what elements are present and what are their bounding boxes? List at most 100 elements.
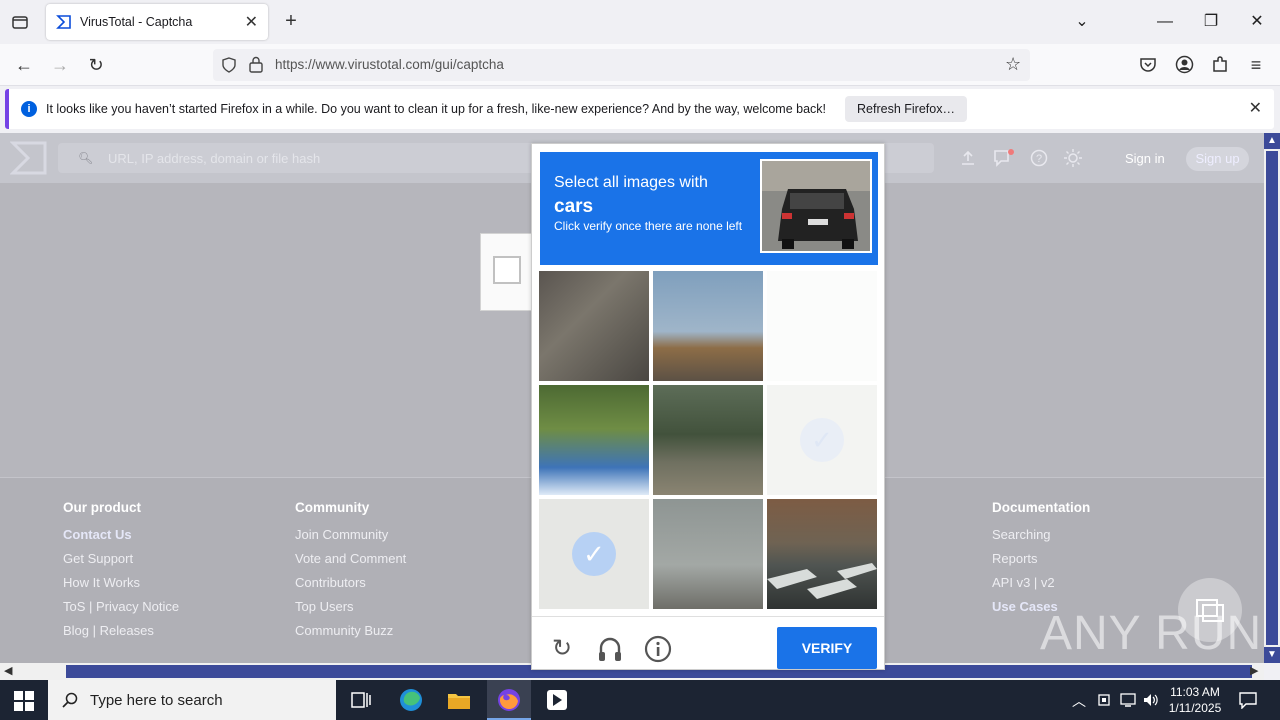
footer-link[interactable]: Top Users — [295, 599, 406, 616]
footer-link[interactable]: How It Works — [63, 575, 179, 592]
close-window-button[interactable]: ✕ — [1243, 8, 1271, 36]
search-icon: 🔍︎ — [78, 151, 94, 165]
device-icon[interactable] — [1096, 692, 1112, 708]
forward-button[interactable]: → — [46, 52, 74, 78]
address-bar[interactable]: https://www.virustotal.com/gui/captcha ☆ — [213, 49, 1030, 81]
reload-challenge-icon[interactable]: ↻ — [548, 635, 576, 663]
system-clock[interactable]: 11:03 AM 1/11/2025 — [1162, 684, 1228, 716]
footer-link[interactable]: Reports — [992, 551, 1090, 568]
anyrun-watermark: ANY RUN — [1040, 607, 1263, 660]
shield-icon[interactable] — [221, 57, 237, 73]
windows-start-icon[interactable] — [14, 691, 34, 711]
verify-button[interactable]: VERIFY — [777, 627, 877, 669]
image-tile-8[interactable] — [653, 499, 763, 609]
footer-link[interactable]: Contact Us — [63, 527, 179, 544]
scroll-up-arrow-icon[interactable]: ▲ — [1264, 133, 1280, 149]
clock-date: 1/11/2025 — [1168, 701, 1222, 715]
notification-center-icon[interactable] — [1238, 691, 1258, 709]
image-tile-1[interactable] — [539, 271, 649, 381]
url-text[interactable]: https://www.virustotal.com/gui/captcha — [275, 57, 504, 72]
account-icon[interactable] — [1175, 55, 1194, 74]
footer-link[interactable]: Blog | Releases — [63, 623, 179, 640]
minimize-button[interactable]: — — [1151, 8, 1179, 36]
footer-heading: Our product — [63, 500, 141, 515]
tab-virustotal[interactable]: VirusTotal - Captcha ✕ — [46, 4, 268, 40]
audio-challenge-icon[interactable] — [596, 635, 624, 663]
scroll-right-arrow-icon[interactable]: ▶ — [1250, 664, 1258, 677]
lock-icon[interactable] — [249, 56, 263, 73]
image-tile-5[interactable] — [653, 385, 763, 495]
image-tile-9[interactable] — [767, 499, 877, 609]
anyrun-app-icon — [547, 690, 567, 710]
upload-icon[interactable] — [960, 150, 976, 166]
show-hidden-icons-chevron-icon[interactable]: ︿ — [1072, 691, 1086, 711]
footer-link[interactable]: Get Support — [63, 551, 179, 568]
clock-time: 11:03 AM — [1170, 685, 1220, 699]
firefox-taskbar-button[interactable] — [487, 680, 531, 720]
restore-button[interactable]: ❐ — [1197, 8, 1225, 36]
footer-link[interactable]: Join Community — [295, 527, 406, 544]
file-explorer-icon[interactable] — [444, 686, 474, 714]
search-icon — [62, 692, 78, 708]
tab-strip: VirusTotal - Captcha ✕ + ⌄ — ❐ ✕ — [0, 0, 1280, 44]
task-view-icon[interactable] — [346, 686, 376, 714]
sign-up-button[interactable]: Sign up — [1186, 147, 1249, 171]
help-icon[interactable]: ? — [1030, 149, 1048, 167]
app-menu-icon[interactable]: ≡ — [1242, 52, 1270, 78]
reload-button[interactable]: ↻ — [82, 52, 110, 78]
theme-sun-icon[interactable] — [1064, 149, 1082, 167]
image-tile-2[interactable] — [653, 271, 763, 381]
image-tile-4[interactable] — [539, 385, 649, 495]
challenge-instruction: Select all images with — [554, 174, 708, 191]
image-tile-3[interactable] — [767, 271, 877, 381]
taskbar-search-box[interactable]: Type here to search — [48, 680, 336, 720]
scroll-down-arrow-icon[interactable]: ▼ — [1264, 647, 1280, 663]
volume-icon[interactable] — [1142, 692, 1160, 708]
navigation-toolbar: ← → ↻ https://www.virustotal.com/gui/cap… — [0, 44, 1280, 86]
all-tabs-icon[interactable] — [10, 12, 30, 32]
network-icon[interactable] — [1119, 692, 1137, 708]
image-tile-6-selected[interactable]: ✓ — [767, 385, 877, 495]
svg-text:?: ? — [1036, 153, 1042, 165]
recaptcha-checkbox[interactable] — [493, 256, 521, 284]
refresh-firefox-button[interactable]: Refresh Firefox… — [845, 96, 967, 122]
edge-browser-icon[interactable] — [396, 686, 426, 714]
footer-our-product: Our product Contact Us Get Support How I… — [63, 500, 179, 647]
image-tile-7-selected[interactable]: ✓ — [539, 499, 649, 609]
scrollbar-thumb[interactable] — [1266, 151, 1278, 645]
footer-documentation: Documentation Searching Reports API v3 |… — [992, 500, 1090, 623]
info-help-icon[interactable] — [644, 635, 672, 663]
notifications-icon[interactable] — [993, 148, 1015, 168]
footer-link[interactable]: Community Buzz — [295, 623, 406, 640]
footer-link[interactable]: Searching — [992, 527, 1090, 544]
vertical-scrollbar[interactable]: ▲ ▼ — [1264, 133, 1280, 663]
footer-community: Community Join Community Vote and Commen… — [295, 500, 406, 647]
footer-link[interactable]: Contributors — [295, 575, 406, 592]
footer-link[interactable]: Vote and Comment — [295, 551, 406, 568]
recaptcha-challenge-dialog: Select all images with cars Click verify… — [531, 143, 885, 670]
challenge-hint: Click verify once there are none left — [554, 219, 743, 233]
back-button[interactable]: ← — [10, 52, 38, 78]
refresh-firefox-notification: i It looks like you haven’t started Fire… — [5, 89, 1274, 129]
new-tab-button[interactable]: + — [280, 10, 302, 34]
windows-taskbar: Type here to search ︿ 11:03 AM 1/11/2025 — [0, 680, 1280, 720]
sign-in-link[interactable]: Sign in — [1125, 151, 1165, 166]
footer-link[interactable]: ToS | Privacy Notice — [63, 599, 179, 616]
recaptcha-checkbox-widget — [480, 233, 536, 311]
list-tabs-chevron-icon[interactable]: ⌄ — [1068, 8, 1096, 36]
footer-link[interactable]: API v3 | v2 — [992, 575, 1090, 592]
sample-car-image — [760, 159, 872, 253]
anyrun-taskbar-button[interactable] — [535, 680, 579, 720]
virustotal-logo[interactable] — [10, 140, 48, 176]
footer-heading: Community — [295, 500, 370, 515]
bookmark-star-icon[interactable]: ☆ — [1005, 54, 1021, 75]
close-tab-icon[interactable]: ✕ — [245, 12, 258, 32]
tab-title: VirusTotal - Captcha — [80, 15, 193, 29]
close-notification-icon[interactable]: ✕ — [1249, 98, 1262, 118]
scroll-left-arrow-icon[interactable]: ◀ — [4, 664, 12, 677]
extensions-icon[interactable] — [1211, 55, 1230, 74]
search-placeholder: URL, IP address, domain or file hash — [108, 151, 321, 166]
pocket-icon[interactable] — [1139, 56, 1157, 74]
notification-message: It looks like you haven’t started Firefo… — [46, 102, 827, 116]
selected-check-icon: ✓ — [572, 532, 616, 576]
